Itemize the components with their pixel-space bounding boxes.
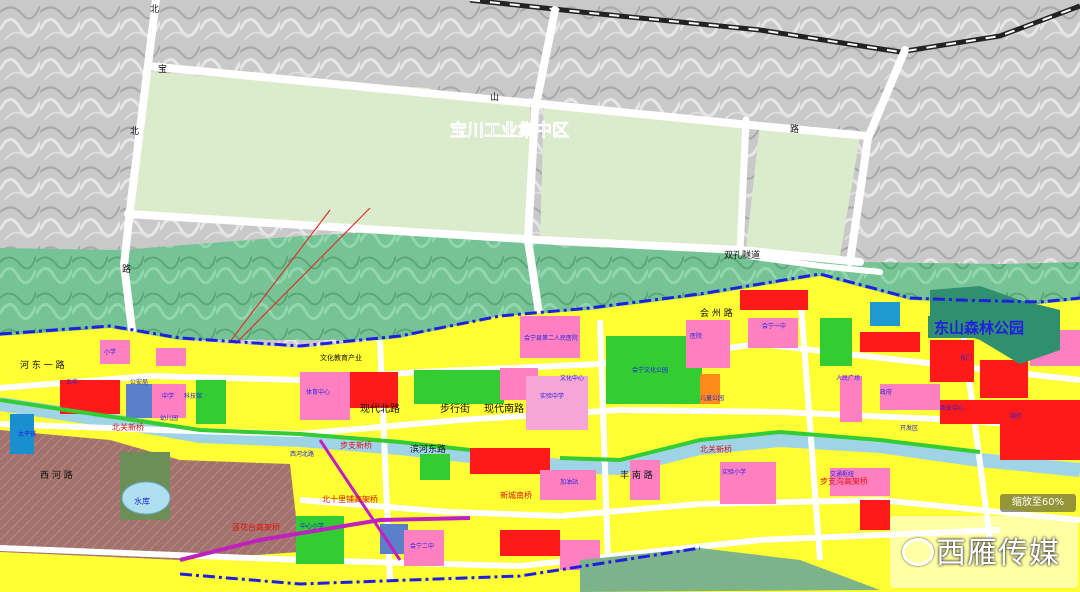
bridge-label: 新城南桥 xyxy=(500,490,532,500)
bridge-label: 莲花台高架桥 xyxy=(232,522,280,532)
zoom-indicator[interactable]: 缩放至60% xyxy=(1000,494,1076,512)
road-label: 现代南路 xyxy=(484,402,524,415)
poi-label: 实验小学 xyxy=(722,468,746,476)
poi-label: 银行 xyxy=(1010,412,1022,420)
bridge-label: 北关新桥 xyxy=(112,422,144,432)
watermark-text: 西雁传媒 xyxy=(936,536,1060,571)
poi-label: 会宁文化公园 xyxy=(632,366,668,374)
poi-label: 东门 xyxy=(960,354,972,362)
poi-label: 西河北路 xyxy=(290,450,314,458)
poi-label: 政府 xyxy=(880,388,892,396)
road-label: 西 河 路 xyxy=(40,469,73,481)
poi-label: 五中 xyxy=(66,378,78,386)
poi-label: 儿童公园 xyxy=(700,394,724,402)
wechat-icon xyxy=(902,538,934,566)
road-label: 文化教育产业 xyxy=(320,353,362,362)
poi-label: 体育中心 xyxy=(306,388,330,396)
poi-label: 太平铺 xyxy=(18,430,36,438)
poi-label: 医院 xyxy=(690,332,702,340)
poi-label: 文化中心 xyxy=(560,374,584,382)
poi-label: 科技馆 xyxy=(184,392,202,400)
road-label: 北 xyxy=(150,4,159,15)
road-label: 路 xyxy=(790,123,799,135)
bridge-label: 北十里铺高架桥 xyxy=(322,494,378,504)
industrial-zone-label: 宝川工业集中区 xyxy=(450,120,569,141)
poi-label: 人民广场 xyxy=(836,374,860,382)
poi-label: 公安局 xyxy=(130,378,148,386)
road-label: 山 xyxy=(490,92,499,103)
road-label: 双孔隧道 xyxy=(724,249,760,261)
poi-label: 交通枢纽 xyxy=(830,470,854,478)
poi-label: 幼儿园 xyxy=(160,414,178,422)
road-label: 宝 xyxy=(158,63,167,75)
road-label: 现代北路 xyxy=(360,402,400,415)
road-label: 步行街 xyxy=(440,402,470,415)
poi-label: 小学 xyxy=(104,348,116,356)
land-use-plan-map: 宝川工业集中区 东山森林公园 宝 山 路 北 路 北 双孔隧道 河 东 一 路 … xyxy=(0,0,1080,592)
poi-label: 中学 xyxy=(162,392,174,400)
bridge-label: 步支新桥 xyxy=(340,440,372,450)
poi-label: 会宁二中 xyxy=(410,542,434,550)
poi-label: 会宁县第二人民医院 xyxy=(524,334,578,342)
park-water xyxy=(870,302,900,326)
road-label: 会 州 路 xyxy=(700,307,733,319)
road-label: 北 xyxy=(130,126,139,137)
road-label: 滨河东路 xyxy=(410,443,446,455)
road-label: 河 东 一 路 xyxy=(20,359,65,371)
poi-label: 水库 xyxy=(134,496,150,506)
poi-label: 加油站 xyxy=(560,478,578,486)
poi-label: 中心小学 xyxy=(300,522,324,530)
bridge-label: 北关新桥 xyxy=(700,444,732,454)
forest-park-label: 东山森林公园 xyxy=(934,319,1024,337)
poi-label: 会宁一中 xyxy=(762,322,786,330)
road-label: 丰 南 路 xyxy=(620,469,653,481)
poi-label: 商业中心 xyxy=(940,404,964,412)
poi-label: 开发区 xyxy=(900,424,918,432)
road-label: 路 xyxy=(122,263,131,275)
poi-label: 实验中学 xyxy=(540,392,564,400)
